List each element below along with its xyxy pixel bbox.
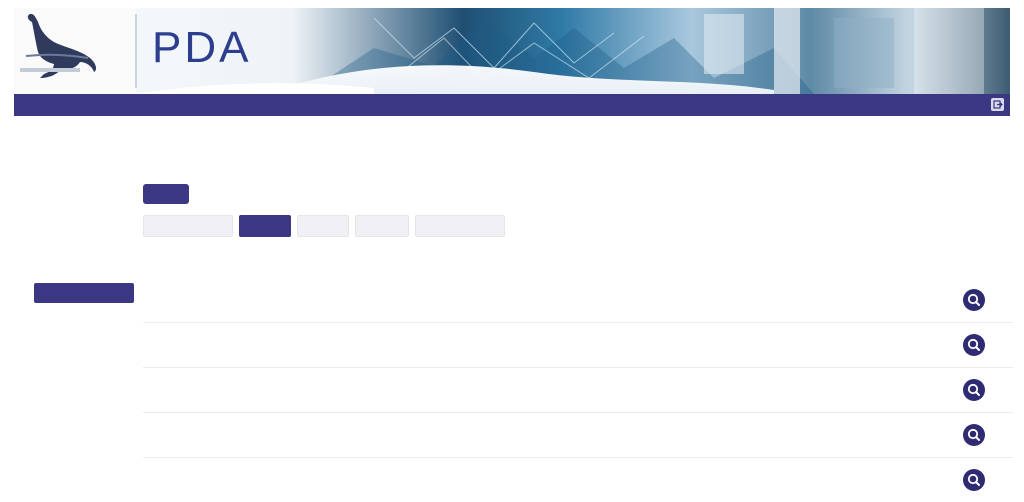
cell-id	[143, 368, 293, 413]
view-button[interactable]	[963, 334, 985, 356]
cell-reference	[293, 278, 562, 323]
cell-location	[562, 323, 848, 368]
cell-location	[562, 458, 848, 502]
search-icon	[963, 424, 985, 446]
column-header-reference	[293, 252, 562, 278]
table-header-row	[143, 252, 1013, 278]
search-icon	[963, 379, 985, 401]
cell-actions	[848, 323, 1013, 368]
tab[interactable]	[355, 215, 409, 237]
sidebar-item[interactable]	[34, 239, 134, 258]
table-row	[143, 413, 1013, 458]
view-button[interactable]	[963, 379, 985, 401]
header-banner: PDA	[14, 8, 1010, 94]
cell-actions	[848, 278, 1013, 323]
search-icon	[963, 289, 985, 311]
search-icon	[963, 334, 985, 356]
column-header-actions	[848, 252, 1013, 278]
header-divider	[135, 14, 137, 88]
tab-active[interactable]	[239, 215, 291, 237]
cell-id	[143, 413, 293, 458]
tab[interactable]	[297, 215, 349, 237]
table-row	[143, 323, 1013, 368]
table-row	[143, 368, 1013, 413]
cell-actions	[848, 458, 1013, 502]
cell-location	[562, 368, 848, 413]
sidebar-nav	[34, 182, 134, 303]
kangaroo-logo-icon	[14, 8, 136, 94]
search-icon	[963, 469, 985, 491]
tab[interactable]	[143, 215, 233, 237]
logo	[14, 8, 136, 94]
results-table	[143, 252, 1013, 502]
primary-action-button[interactable]	[143, 184, 189, 204]
cell-reference	[293, 458, 562, 502]
cell-reference	[293, 368, 562, 413]
sidebar-item-active[interactable]	[34, 283, 134, 303]
tab[interactable]	[415, 215, 505, 237]
logout-icon	[991, 98, 1004, 111]
logout-button[interactable]	[991, 98, 1004, 111]
column-header-id	[143, 252, 293, 278]
table-row	[143, 278, 1013, 323]
cell-location	[562, 278, 848, 323]
cell-location	[562, 413, 848, 458]
cell-reference	[293, 323, 562, 368]
cell-id	[143, 458, 293, 502]
view-button[interactable]	[963, 289, 985, 311]
tab-bar	[143, 215, 505, 237]
table-row	[143, 458, 1013, 502]
sidebar-item[interactable]	[34, 258, 134, 277]
app-title: PDA	[152, 26, 251, 70]
column-header-location	[562, 252, 848, 278]
cell-actions	[848, 368, 1013, 413]
session-bar	[14, 94, 1010, 116]
view-button[interactable]	[963, 469, 985, 491]
cell-reference	[293, 413, 562, 458]
view-button[interactable]	[963, 424, 985, 446]
sidebar-item[interactable]	[34, 220, 134, 239]
cell-id	[143, 278, 293, 323]
cell-actions	[848, 413, 1013, 458]
sidebar-item[interactable]	[34, 201, 134, 220]
cell-id	[143, 323, 293, 368]
sidebar-item[interactable]	[34, 182, 134, 201]
